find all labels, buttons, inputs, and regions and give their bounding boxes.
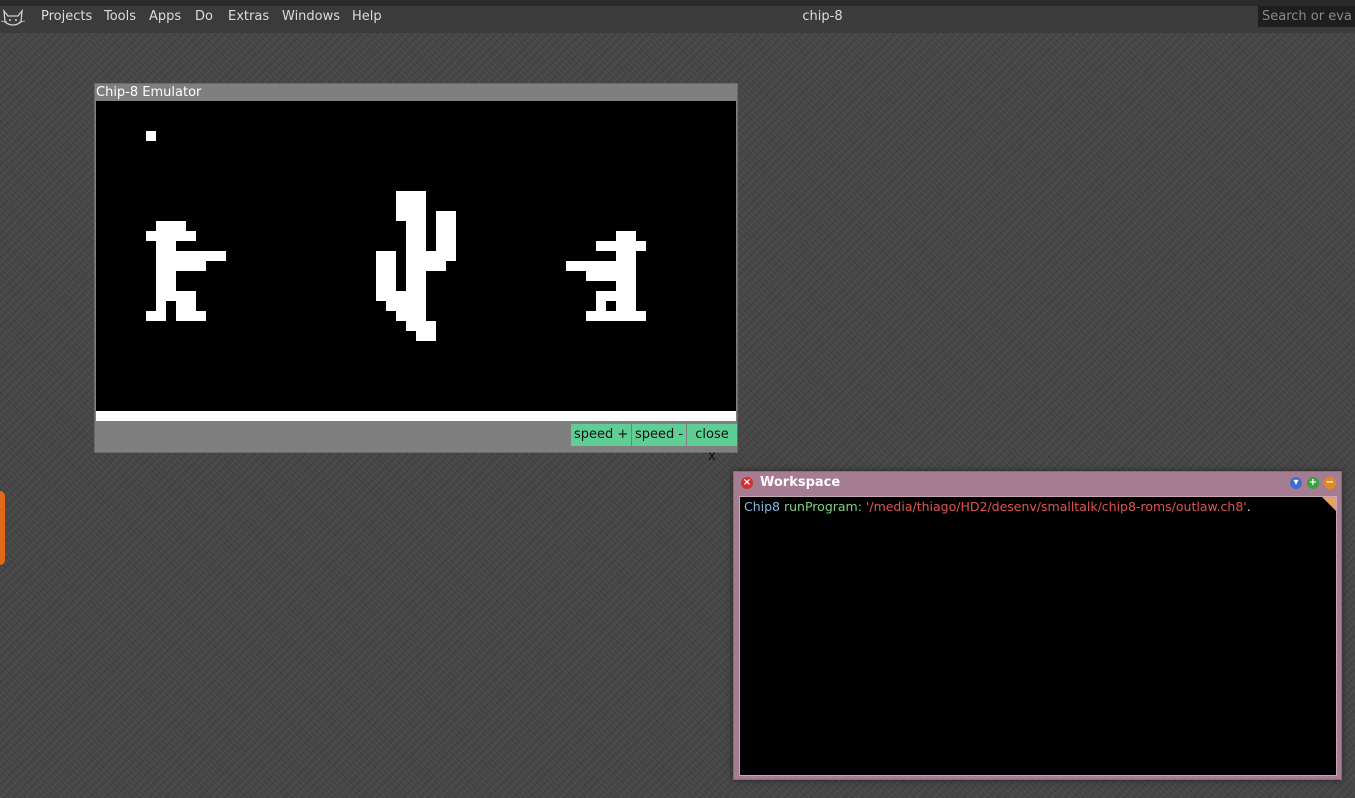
- workspace-editor[interactable]: Chip8 runProgram: '/media/thiago/HD2/des…: [739, 496, 1337, 776]
- bullet-pixel: [146, 131, 156, 141]
- menu-windows[interactable]: Windows: [282, 9, 340, 24]
- right-cowboy-sprite: [566, 231, 646, 321]
- collapse-icon[interactable]: −: [1324, 477, 1336, 489]
- emulator-title: Chip-8 Emulator: [96, 85, 202, 100]
- side-flap-tab[interactable]: [0, 491, 5, 565]
- menu-down-icon[interactable]: ▾: [1290, 477, 1302, 489]
- close-icon[interactable]: ×: [741, 477, 753, 489]
- game-display: [146, 131, 646, 341]
- menu-apps[interactable]: Apps: [149, 9, 181, 24]
- expand-icon[interactable]: +: [1307, 477, 1319, 489]
- code-selector: runProgram:: [784, 499, 862, 514]
- close-emulator-button[interactable]: close x: [687, 424, 737, 464]
- speed-down-button[interactable]: speed -: [632, 424, 687, 446]
- menu-help[interactable]: Help: [352, 9, 382, 24]
- workspace-window[interactable]: × Workspace ▾ + − Chip8 runProgram: '/me…: [733, 471, 1342, 780]
- code-string-argument: '/media/thiago/HD2/desenv/smalltalk/chip…: [865, 499, 1247, 514]
- emulator-screen[interactable]: [96, 101, 736, 411]
- workspace-title: Workspace: [760, 475, 841, 490]
- cat-logo-icon[interactable]: [1, 8, 25, 28]
- menu-bar: Projects Tools Apps Do Extras Windows He…: [0, 0, 1355, 33]
- resize-corner-icon[interactable]: [1322, 497, 1336, 511]
- speed-up-button[interactable]: speed +: [571, 424, 632, 446]
- menu-do[interactable]: Do: [195, 9, 213, 24]
- search-input[interactable]: [1258, 6, 1355, 27]
- code-receiver: Chip8: [744, 499, 781, 514]
- cactus-sprite: [376, 191, 456, 341]
- menu-projects[interactable]: Projects: [41, 9, 92, 24]
- emulator-window[interactable]: Chip-8 Emulator speed + speed - close x: [94, 83, 738, 464]
- emulator-status-strip: [96, 411, 736, 421]
- code-line[interactable]: Chip8 runProgram: '/media/thiago/HD2/des…: [744, 499, 1251, 514]
- code-terminator: .: [1246, 499, 1251, 514]
- left-cowboy-sprite: [146, 221, 226, 321]
- menu-tools[interactable]: Tools: [104, 9, 136, 24]
- menu-extras[interactable]: Extras: [228, 9, 269, 24]
